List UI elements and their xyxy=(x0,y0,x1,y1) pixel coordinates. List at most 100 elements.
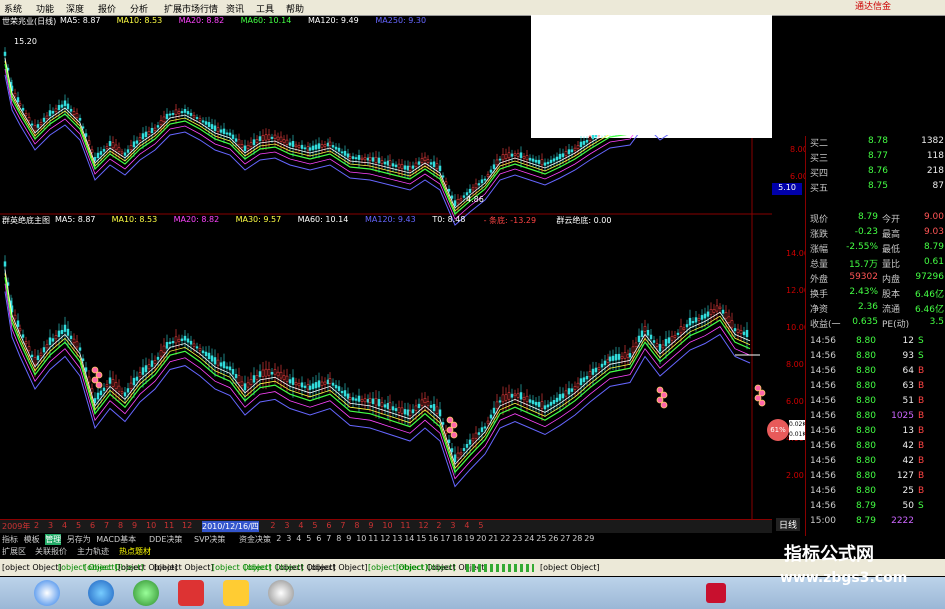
indicator-tab[interactable]: 5 xyxy=(306,534,311,543)
upper-chart-title: 世荣兆业(日线) xyxy=(2,17,57,26)
indicator-tab[interactable]: 管理 xyxy=(45,534,62,545)
extension-tab[interactable]: 热点题材 xyxy=(119,546,151,557)
indicator-tab[interactable]: 模板 xyxy=(24,534,40,545)
lower-candle xyxy=(516,393,520,398)
tick-direction: B xyxy=(918,411,925,421)
lower-candle xyxy=(444,430,448,435)
indicator-tab[interactable]: 4 xyxy=(296,534,301,543)
indicator-tab[interactable]: 3 xyxy=(286,534,291,543)
menu-item[interactable]: 功能 xyxy=(36,2,54,15)
indicator-tab[interactable]: 16 xyxy=(428,534,438,543)
app-icon[interactable] xyxy=(268,580,294,606)
extension-tab[interactable]: 扩展区 xyxy=(2,546,26,557)
lower-candle xyxy=(348,397,352,401)
menu-item[interactable]: 扩展市场行情 xyxy=(164,2,218,15)
indicator-tab[interactable]: 13 xyxy=(392,534,402,543)
indicator-tab[interactable]: 23 xyxy=(512,534,522,543)
indicator-tab[interactable]: 9 xyxy=(346,534,351,543)
tick-time: 14:56 xyxy=(810,501,836,511)
indicator-tab[interactable]: 24 xyxy=(524,534,534,543)
lower-axis-label: 6.00 xyxy=(786,397,804,406)
indicator-tab[interactable]: 19 xyxy=(464,534,474,543)
indicator-tab[interactable]: 21 xyxy=(488,534,498,543)
upper-candle xyxy=(219,129,223,133)
menu-item[interactable]: 报价 xyxy=(98,2,116,15)
lower-candle xyxy=(108,377,112,384)
upper-candle xyxy=(21,107,25,111)
browser-icon[interactable] xyxy=(88,580,114,606)
extension-tab[interactable]: 关联报价 xyxy=(35,546,67,557)
period-label[interactable]: 日线 xyxy=(776,518,801,531)
upper-candle xyxy=(363,157,367,161)
stat-label: 最高 xyxy=(882,230,901,240)
indicator-tab[interactable]: MACD基本 xyxy=(96,534,136,545)
lower-candle xyxy=(691,321,695,324)
folder-icon[interactable] xyxy=(223,580,249,606)
indicator-tab[interactable]: 12 xyxy=(380,534,390,543)
lower-candle xyxy=(420,399,424,406)
indicator-tab[interactable]: 15 xyxy=(416,534,426,543)
date-axis-bar[interactable]: 2009年 2 3 4 5 6 7 8 9 10 11 12 2010/12/16/四 2 3 4 5 6 7 8 9 1… xyxy=(0,519,772,533)
upper-candle xyxy=(144,131,148,138)
lower-candle xyxy=(288,379,292,384)
media-icon[interactable] xyxy=(133,580,159,606)
indicator-tab[interactable]: 10 xyxy=(356,534,366,543)
upper-candle xyxy=(480,179,484,184)
indicator-tab[interactable]: DDE决策 xyxy=(149,534,182,545)
lower-candle xyxy=(198,348,202,351)
indicator-tab[interactable]: 26 xyxy=(548,534,558,543)
upper-candle xyxy=(540,159,544,166)
date-tick: 8 xyxy=(118,521,124,530)
menu-item[interactable]: 深度 xyxy=(66,2,84,15)
indicator-tab[interactable]: 18 xyxy=(452,534,462,543)
trading-app-icon[interactable] xyxy=(178,580,204,606)
menu-item[interactable]: 系统 xyxy=(4,2,22,15)
indicator-tab[interactable]: 指标 xyxy=(2,534,18,545)
indicator-tab[interactable]: 22 xyxy=(500,534,510,543)
tick-volume: 42 xyxy=(902,456,914,466)
lower-candle xyxy=(673,335,677,338)
indicator-tab[interactable]: 14 xyxy=(404,534,414,543)
indicator-tab[interactable]: 17 xyxy=(440,534,450,543)
upper-candle xyxy=(270,136,274,139)
tick-price: 8.80 xyxy=(855,411,876,421)
lower-candle xyxy=(658,343,662,352)
menu-item[interactable]: 分析 xyxy=(130,2,148,15)
indicator-tab[interactable]: 8 xyxy=(336,534,341,543)
lower-candle xyxy=(159,350,163,357)
upper-candle xyxy=(311,145,315,151)
lower-candle xyxy=(709,309,713,316)
indicator-tab[interactable]: 20 xyxy=(476,534,486,543)
kline-chart-area[interactable] xyxy=(0,15,772,519)
menu-item[interactable]: 帮助 xyxy=(286,2,304,15)
extension-tab[interactable]: 主力轨迹 xyxy=(77,546,109,557)
indicator-tab[interactable]: 7 xyxy=(326,534,331,543)
indicator-tab[interactable]: 28 xyxy=(572,534,582,543)
indicator-tab[interactable]: 另存为 xyxy=(67,534,91,545)
lower-candle xyxy=(351,397,355,401)
ratio-bubble[interactable]: 61% xyxy=(767,419,789,441)
indicator-tab[interactable]: 25 xyxy=(536,534,546,543)
upper-candle xyxy=(291,141,295,147)
indicator-value: MA30: 9.57 xyxy=(235,215,282,224)
lower-candle xyxy=(377,399,381,407)
indicator-tab[interactable]: 2 xyxy=(276,534,281,543)
menu-item[interactable]: 资讯 xyxy=(226,2,244,15)
lower-candle xyxy=(623,352,627,359)
upper-candle xyxy=(522,156,526,159)
upper-candle xyxy=(408,166,412,171)
menu-item[interactable]: 工具 xyxy=(256,2,274,15)
menu-bar: 系统 功能 深度 报价 分析 扩展市场行情 资讯 工具 帮助 xyxy=(0,0,945,16)
indicator-tab[interactable]: 11 xyxy=(368,534,378,543)
tray-icon[interactable] xyxy=(706,583,726,603)
indicator-tab[interactable]: 29 xyxy=(584,534,594,543)
indicator-tab[interactable]: 6 xyxy=(316,534,321,543)
indicator-tab[interactable]: 资金决策 xyxy=(239,534,271,545)
indicator-tab[interactable]: SVP决策 xyxy=(194,534,225,545)
indicator-tab[interactable]: 27 xyxy=(560,534,570,543)
lower-candle xyxy=(688,317,692,326)
start-orb-icon[interactable] xyxy=(34,580,60,606)
stat-label: 量比 xyxy=(882,260,901,270)
upper-candle xyxy=(18,103,22,106)
upper-candle xyxy=(386,160,390,166)
